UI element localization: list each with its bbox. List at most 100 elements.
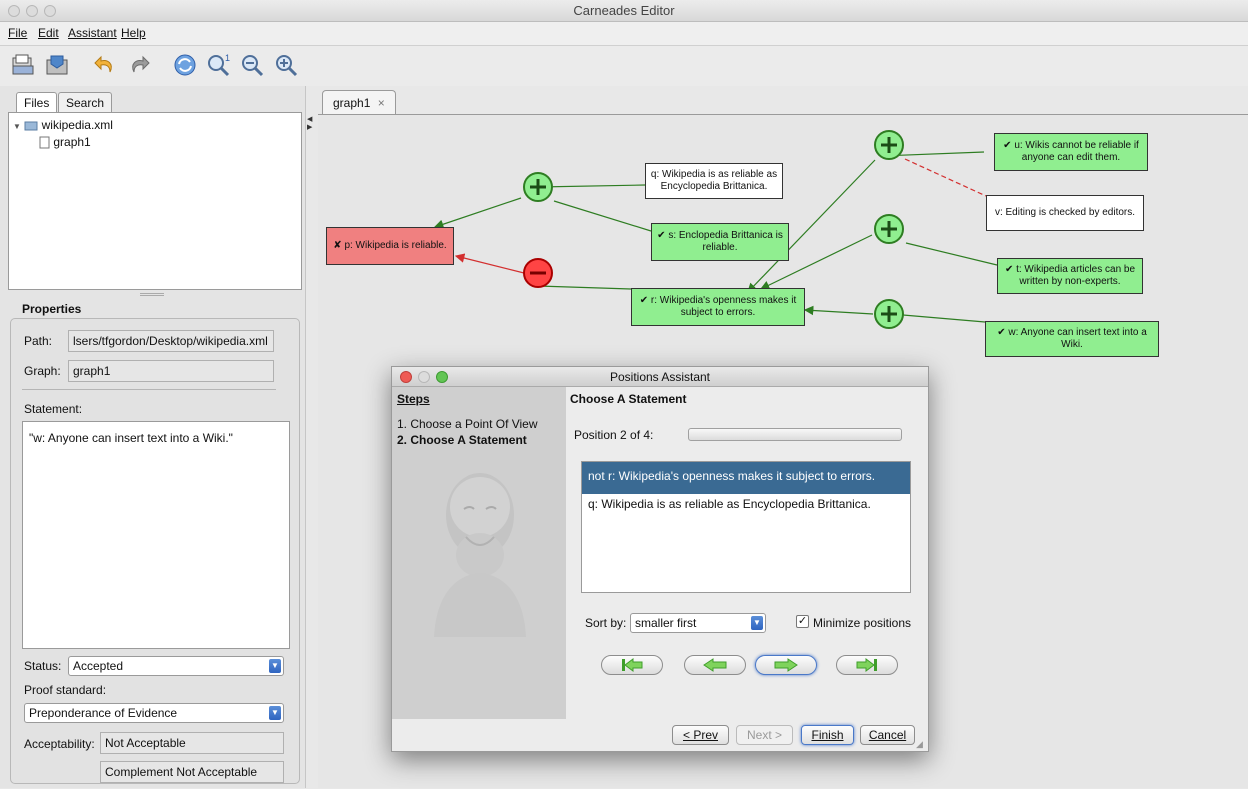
tab-graph1[interactable]: graph1 × (322, 90, 396, 115)
tab-graph1-label: graph1 (333, 96, 371, 110)
close-icon[interactable]: × (378, 96, 385, 110)
menu-edit[interactable]: Edit (38, 26, 59, 40)
content-header: Choose A Statement (570, 392, 687, 406)
path-label: Path: (24, 334, 53, 348)
statement-node-t[interactable]: ✔ t: Wikipedia articles can be written b… (997, 258, 1143, 294)
acceptability-field: Not Acceptable (100, 732, 284, 754)
dialog-title-bar: Positions Assistant (392, 367, 928, 387)
next-button[interactable]: Next > (736, 725, 793, 745)
minimize-positions-checkbox[interactable]: ✓ (796, 615, 809, 628)
properties-header: Properties (22, 302, 82, 316)
save-icon[interactable] (42, 50, 72, 80)
statement-node-w[interactable]: ✔ w: Anyone can insert text into a Wiki. (985, 321, 1159, 357)
sort-label: Sort by: (585, 616, 627, 630)
folder-icon (24, 121, 38, 131)
graph-label: Graph: (24, 364, 61, 378)
statement-label: Statement: (24, 402, 83, 416)
first-arrow-icon (622, 658, 643, 672)
redo-icon[interactable] (124, 50, 154, 80)
zoom-reset-icon[interactable]: 1 (204, 50, 234, 80)
proof-standard-select[interactable]: Preponderance of Evidence ▼ (24, 703, 284, 723)
pro-argument-icon (874, 214, 904, 244)
statement-node-q[interactable]: q: Wikipedia is as reliable as Encyclope… (645, 163, 783, 199)
file-tree[interactable]: ▼ wikipedia.xml graph1 (8, 112, 302, 290)
disclosure-triangle-icon[interactable]: ▼ (13, 122, 21, 131)
graph-field: graph1 (68, 360, 274, 382)
menu-help[interactable]: Help (121, 26, 146, 40)
statement-textarea[interactable]: "w: Anyone can insert text into a Wiki." (22, 421, 290, 649)
statement-node-u[interactable]: ✔ u: Wikis cannot be reliable if anyone … (994, 133, 1148, 171)
window-title: Carneades Editor (573, 3, 675, 18)
menu-file[interactable]: File (8, 26, 27, 40)
close-window-icon[interactable] (400, 371, 412, 383)
tree-root-item[interactable]: ▼ wikipedia.xml (13, 118, 113, 132)
complement-acceptability-field: Complement Not Acceptable (100, 761, 284, 783)
previous-position-button[interactable] (684, 655, 746, 675)
toolbar: 1 (0, 46, 1248, 86)
status-select[interactable]: Accepted ▼ (68, 656, 284, 676)
title-bar: Carneades Editor (0, 0, 1248, 22)
checkmark-icon: ✓ (797, 615, 808, 627)
chevron-down-icon: ▼ (751, 616, 763, 630)
sort-select-value: smaller first (635, 616, 697, 630)
positions-assistant-dialog: Positions Assistant Steps 1. Choose a Po… (391, 366, 929, 752)
last-position-button[interactable] (836, 655, 898, 675)
prev-button[interactable]: < Prev (672, 725, 729, 745)
left-arrow-icon (703, 658, 727, 672)
zoom-badge: 1 (225, 53, 230, 63)
minimize-positions-label: Minimize positions (813, 616, 912, 630)
proof-standard-value: Preponderance of Evidence (29, 706, 178, 720)
statement-node-r[interactable]: ✔ r: Wikipedia's openness makes it subje… (631, 288, 805, 326)
tab-files[interactable]: Files (16, 92, 58, 113)
resize-grip-icon[interactable]: ◢ (916, 739, 923, 750)
acceptability-label: Acceptability: (24, 737, 95, 751)
zoom-window-icon[interactable] (436, 371, 448, 383)
next-position-button[interactable] (755, 655, 817, 675)
splitter-handle[interactable] (140, 293, 164, 296)
status-label: Status: (24, 659, 62, 673)
tree-root-label: wikipedia.xml (41, 118, 113, 132)
chevron-down-icon: ▼ (269, 706, 281, 720)
statement-node-v[interactable]: v: Editing is checked by editors. (986, 195, 1144, 231)
divider (22, 389, 276, 390)
finish-button[interactable]: Finish (801, 725, 854, 745)
list-item[interactable]: q: Wikipedia is as reliable as Encyclope… (582, 494, 910, 516)
tree-child-label: graph1 (53, 135, 91, 149)
con-argument-icon (523, 258, 553, 288)
list-item-selected[interactable]: not r: Wikipedia's openness makes it sub… (582, 462, 910, 494)
position-progress-bar (688, 428, 902, 441)
tab-search[interactable]: Search (58, 92, 113, 113)
first-position-button[interactable] (601, 655, 663, 675)
menu-bar: File Edit Assistant Help (0, 22, 1248, 46)
philosopher-bust-image (434, 473, 526, 637)
open-icon[interactable] (8, 50, 38, 80)
zoom-window-icon[interactable] (44, 5, 56, 17)
status-select-value: Accepted (73, 659, 124, 673)
menu-assistant[interactable]: Assistant (68, 26, 117, 40)
zoom-out-icon[interactable] (238, 50, 268, 80)
close-window-icon[interactable] (8, 5, 20, 17)
right-arrow-icon (774, 658, 798, 672)
minimize-window-icon[interactable] (26, 5, 38, 17)
proof-standard-label: Proof standard: (24, 683, 107, 697)
tree-child-item[interactable]: graph1 (39, 135, 91, 149)
path-field: lsers/tfgordon/Desktop/wikipedia.xml (68, 330, 274, 352)
chevron-down-icon: ▼ (269, 659, 281, 673)
statement-node-s[interactable]: ✔ s: Enclopedia Brittanica is reliable. (651, 223, 789, 261)
zoom-in-icon[interactable] (272, 50, 302, 80)
minimize-window-icon[interactable] (418, 371, 430, 383)
statements-list[interactable]: not r: Wikipedia's openness makes it sub… (581, 461, 911, 593)
cancel-button[interactable]: Cancel (860, 725, 915, 745)
collapse-arrows-icon[interactable]: ◀ ▶ (307, 116, 312, 132)
pro-argument-icon (874, 130, 904, 160)
refresh-icon[interactable] (170, 50, 200, 80)
statement-node-p[interactable]: ✘ p: Wikipedia is reliable. (326, 227, 454, 265)
sort-select[interactable]: smaller first ▼ (630, 613, 766, 633)
pro-argument-icon (523, 172, 553, 202)
step-2: 2. Choose A Statement (397, 433, 527, 447)
undo-icon[interactable] (90, 50, 120, 80)
steps-header: Steps (397, 392, 430, 406)
pro-argument-icon (874, 299, 904, 329)
steps-panel: Steps 1. Choose a Point Of View 2. Choos… (392, 387, 566, 719)
dialog-title: Positions Assistant (609, 370, 711, 384)
